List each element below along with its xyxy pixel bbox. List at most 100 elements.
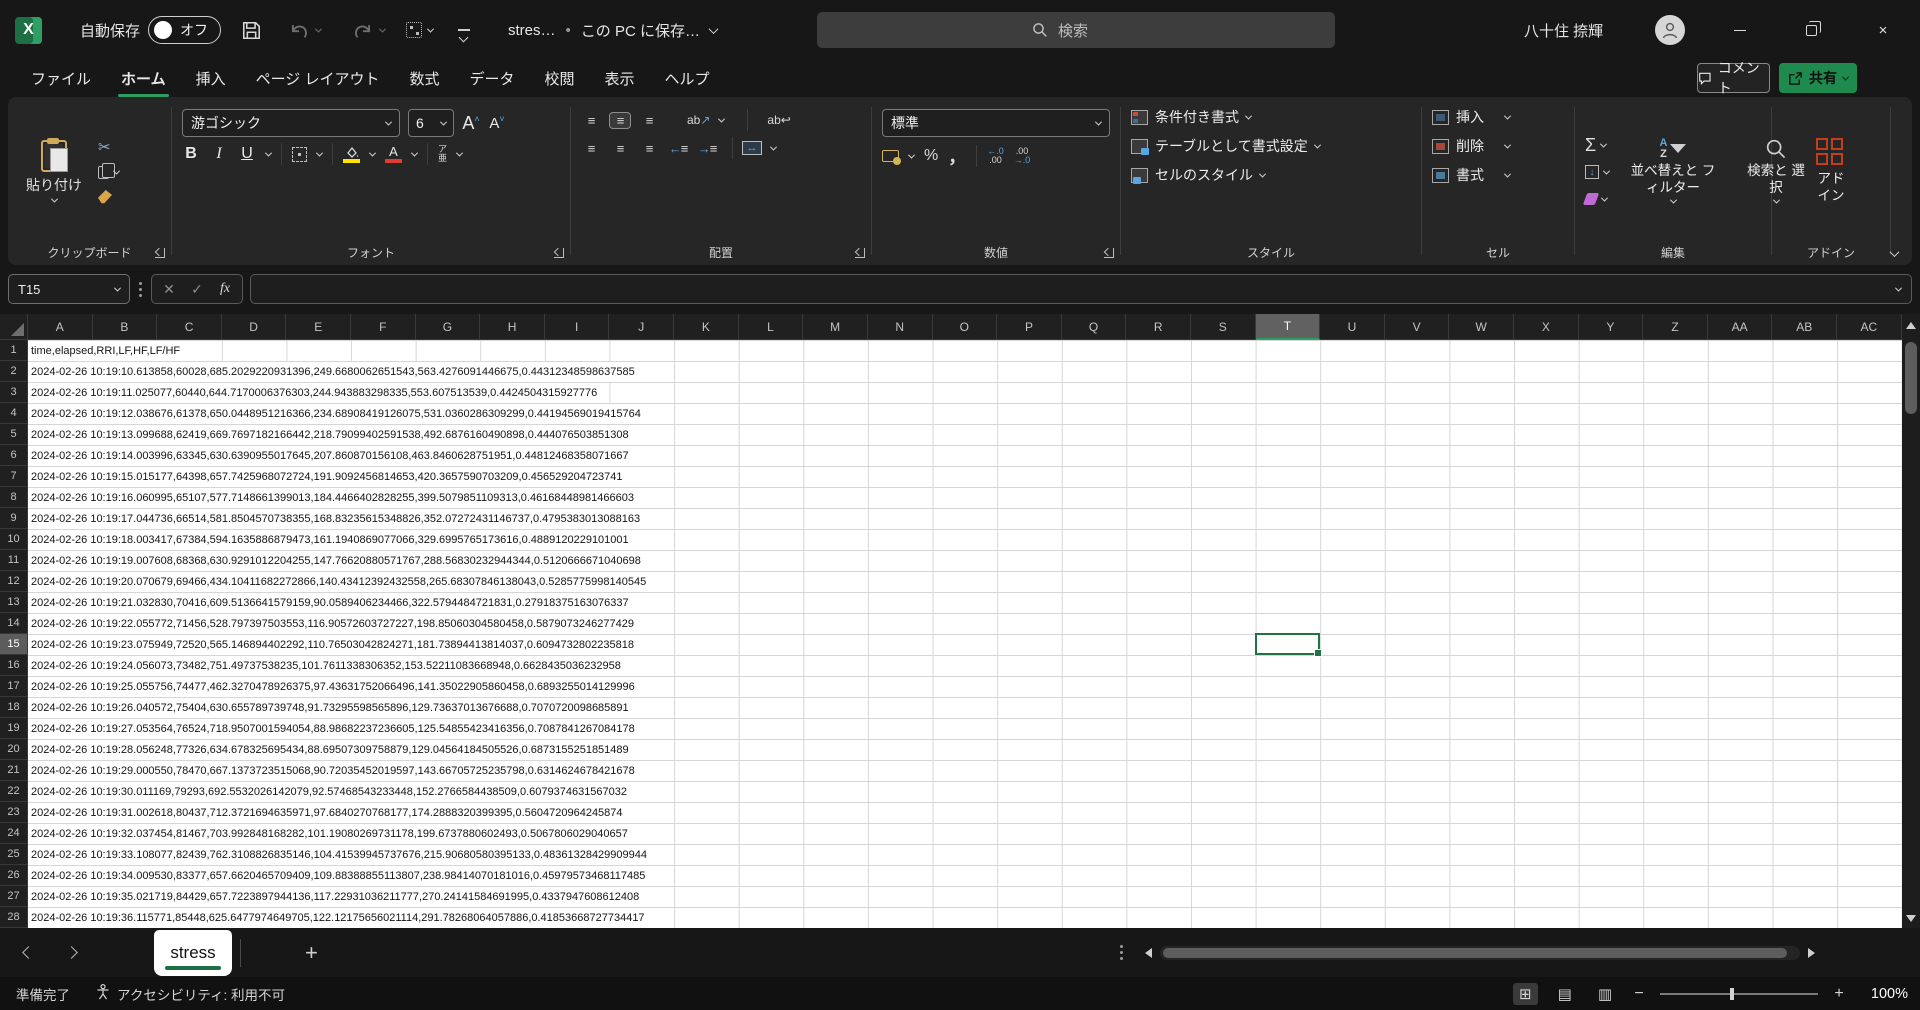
column-header-V[interactable]: V [1385,314,1450,340]
confirm-entry-button[interactable]: ✓ [184,281,210,298]
fill-color-button[interactable] [343,146,360,163]
next-sheet-button[interactable] [65,946,78,959]
italic-button[interactable]: I [210,145,228,163]
column-header-K[interactable]: K [674,314,739,340]
insert-cells-button[interactable]: 挿入 [1432,107,1510,127]
column-header-D[interactable]: D [222,314,287,340]
row-21-text[interactable]: 2024-02-26 10:19:29.000550,78470,667.137… [28,761,638,781]
paste-dropdown-icon[interactable] [50,195,57,202]
name-box[interactable]: T15 [8,274,130,304]
row-14-text[interactable]: 2024-02-26 10:19:22.055772,71456,528.797… [28,614,637,634]
column-header-AC[interactable]: AC [1837,314,1902,340]
column-header-Y[interactable]: Y [1579,314,1644,340]
formula-bar-expand-icon[interactable] [1895,284,1902,291]
row-header-8[interactable]: 8 [0,487,28,508]
row-6-text[interactable]: 2024-02-26 10:19:14.003996,63345,630.639… [28,446,632,466]
sheet-tab-stress[interactable]: stress [154,930,232,976]
horizontal-scroll-track[interactable] [1160,946,1800,960]
cut-button[interactable]: ✂ [98,138,119,156]
row-22-text[interactable]: 2024-02-26 10:19:30.011169,79293,692.553… [28,782,630,802]
row-26-text[interactable]: 2024-02-26 10:19:34.009530,83377,657.662… [28,866,648,886]
percent-button[interactable]: % [924,147,938,165]
scroll-right-icon[interactable] [1808,948,1815,958]
redo-dropdown-icon[interactable] [379,25,386,32]
row-header-23[interactable]: 23 [0,802,28,823]
row-header-17[interactable]: 17 [0,676,28,697]
zoom-slider[interactable] [1660,993,1818,995]
prev-sheet-button[interactable] [22,946,35,959]
increase-font-button[interactable]: A˄ [462,113,480,134]
autosum-button[interactable]: Σ [1585,136,1609,154]
zoom-level[interactable]: 100% [1860,986,1908,1002]
row-1-text[interactable]: time,elapsed,RRI,LF,HF,LF/HF [28,341,183,361]
tab-view[interactable]: 表示 [590,60,650,97]
tab-file[interactable]: ファイル [16,60,106,97]
share-dropdown-icon[interactable] [1842,73,1849,80]
row-header-21[interactable]: 21 [0,760,28,781]
sort-filter-button[interactable]: AZ 並べ替えと フィルター [1621,134,1725,209]
row-5-text[interactable]: 2024-02-26 10:19:13.099688,62419,669.769… [28,425,632,445]
decrease-font-button[interactable]: A˅ [488,114,506,132]
row-header-5[interactable]: 5 [0,424,28,445]
page-break-view-button[interactable]: ▥ [1592,983,1618,1005]
zoom-slider-handle[interactable] [1730,988,1734,1000]
row-28-text[interactable]: 2024-02-26 10:19:36.115771,85448,625.647… [28,908,648,928]
formula-bar-splitter[interactable] [139,282,142,285]
row-header-9[interactable]: 9 [0,508,28,529]
column-header-R[interactable]: R [1126,314,1191,340]
user-avatar[interactable] [1655,0,1685,60]
align-center-button[interactable]: ≡ [610,141,630,156]
select-all-corner[interactable] [0,314,28,340]
row-3-text[interactable]: 2024-02-26 10:19:11.025077,60440,644.717… [28,383,600,403]
column-header-W[interactable]: W [1449,314,1514,340]
row-header-25[interactable]: 25 [0,844,28,865]
tab-scroll-splitter[interactable] [1120,945,1123,948]
font-dialog-launcher[interactable] [554,248,564,258]
column-header-L[interactable]: L [739,314,804,340]
document-title[interactable]: stres… • この PC に保存… [508,0,717,60]
row-19-text[interactable]: 2024-02-26 10:19:27.053564,76524,718.950… [28,719,638,739]
format-painter-button[interactable] [98,188,119,206]
column-header-AA[interactable]: AA [1708,314,1773,340]
fill-button[interactable]: ↓ [1585,163,1609,181]
row-header-16[interactable]: 16 [0,655,28,676]
comments-button[interactable]: コメント [1697,63,1770,93]
number-format-select[interactable]: 標準 [882,109,1110,137]
save-button[interactable] [242,0,261,60]
cells-area[interactable]: time,elapsed,RRI,LF,HF,LF/HF 2024-02-26 1… [28,340,1902,928]
merge-center-button[interactable]: ↔ [742,141,762,155]
conditional-formatting-button[interactable]: 条件付き書式 [1131,107,1251,127]
borders-dropdown-icon[interactable] [316,149,323,156]
accessibility-status[interactable]: アクセシビリティ: 利用不可 [117,984,285,1004]
increase-indent-button[interactable]: →≡ [697,141,717,156]
column-header-O[interactable]: O [933,314,998,340]
copy-button[interactable] [98,163,119,181]
row-7-text[interactable]: 2024-02-26 10:19:15.015177,64398,657.742… [28,467,626,487]
row-17-text[interactable]: 2024-02-26 10:19:25.055756,74477,462.327… [28,677,638,697]
fill-color-dropdown-icon[interactable] [369,149,376,156]
row-header-28[interactable]: 28 [0,907,28,928]
orientation-dropdown-icon[interactable] [718,115,725,122]
cell-styles-button[interactable]: セルのスタイル [1131,165,1265,185]
minimize-button[interactable] [1717,0,1763,60]
decrease-decimal-button[interactable]: .00→.0 [1014,147,1031,166]
normal-view-button[interactable]: ⊞ [1513,983,1538,1005]
row-23-text[interactable]: 2024-02-26 10:19:31.002618,80437,712.372… [28,803,626,823]
row-25-text[interactable]: 2024-02-26 10:19:33.108077,82439,762.310… [28,845,650,865]
close-button[interactable]: × [1860,0,1906,60]
tab-formulas[interactable]: 数式 [394,60,454,97]
align-left-button[interactable]: ≡ [581,141,601,156]
undo-dropdown-icon[interactable] [315,25,322,32]
bold-button[interactable]: B [182,145,200,163]
tab-data[interactable]: データ [454,60,529,97]
row-20-text[interactable]: 2024-02-26 10:19:28.056248,77326,634.678… [28,740,632,760]
comma-style-button[interactable]: ， [948,143,966,169]
vertical-scroll-thumb[interactable] [1905,342,1917,414]
excel-logo-icon[interactable]: X [15,0,42,60]
tab-home[interactable]: ホーム [106,60,181,97]
row-header-15[interactable]: 15 [0,634,28,655]
horizontal-scroll-thumb[interactable] [1163,948,1787,958]
row-header-4[interactable]: 4 [0,403,28,424]
row-header-11[interactable]: 11 [0,550,28,571]
tab-insert[interactable]: 挿入 [181,60,241,97]
